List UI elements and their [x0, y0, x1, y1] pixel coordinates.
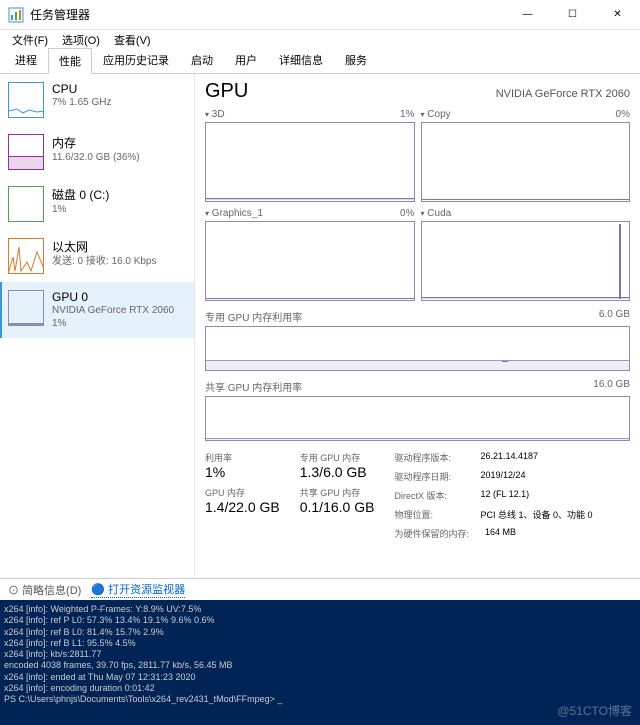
chart-pct: 0% [616, 109, 630, 120]
sidebar-item-gpu[interactable]: GPU 0NVIDIA GeForce RTX 2060 1% [0, 282, 194, 338]
util-value: 1% [205, 464, 280, 480]
chart-copy [421, 122, 631, 202]
chevron-down-icon[interactable]: ▾ [421, 110, 425, 119]
tab-bar: 进程 性能 应用历史记录 启动 用户 详细信息 服务 [0, 50, 640, 74]
detail-title: GPU [205, 80, 248, 103]
sidebar-item-ethernet[interactable]: 以太网发送: 0 接收: 16.0 Kbps [0, 230, 194, 282]
disk-sparkline [8, 186, 44, 222]
sidebar-sub: 7% 1.65 GHz [52, 96, 186, 109]
app-icon [8, 7, 24, 23]
chevron-down-icon[interactable]: ▾ [205, 110, 209, 119]
watermark: @51CTO博客 [557, 704, 632, 719]
open-resmon-link[interactable]: 🔵 打开资源监视器 [91, 581, 185, 598]
driver-version: 26.21.14.4187 [480, 451, 538, 464]
terminal-line: x264 [info]: ended at Thu May 07 12:31:2… [4, 672, 636, 683]
close-button[interactable]: ✕ [595, 0, 640, 30]
physical-location: PCI 总线 1、设备 0、功能 0 [480, 508, 592, 521]
info-key: 物理位置: [394, 508, 464, 521]
sidebar-item-disk[interactable]: 磁盘 0 (C:)1% [0, 178, 194, 230]
sidebar-item-cpu[interactable]: CPU7% 1.65 GHz [0, 74, 194, 126]
stat-label: 利用率 [205, 451, 280, 464]
chevron-down-icon[interactable]: ▾ [421, 209, 425, 218]
terminal-line: encoded 4038 frames, 39.70 fps, 2811.77 … [4, 660, 636, 671]
reserved-memory: 164 MB [485, 527, 516, 540]
tab-processes[interactable]: 进程 [4, 47, 48, 73]
chart-3d [205, 122, 415, 202]
directx-version: 12 (FL 12.1) [480, 489, 529, 502]
titlebar: 任务管理器 — ☐ ✕ [0, 0, 640, 30]
chart-pct: 1% [400, 109, 414, 120]
dedicated-value: 1.3/6.0 GB [300, 464, 375, 480]
tab-history[interactable]: 应用历史记录 [92, 47, 180, 73]
terminal-prompt: PS C:\Users\phnjs\Documents\Tools\x264_r… [4, 694, 636, 705]
maximize-button[interactable]: ☐ [550, 0, 595, 30]
terminal-line: x264 [info]: ref B L1: 95.5% 4.5% [4, 638, 636, 649]
window-title: 任务管理器 [30, 6, 505, 23]
terminal-line: x264 [info]: ref B L0: 81.4% 15.7% 2.9% [4, 627, 636, 638]
terminal-line: x264 [info]: ref P L0: 57.3% 13.4% 19.1%… [4, 615, 636, 626]
chart-graphics [205, 221, 415, 301]
sidebar-sub: NVIDIA GeForce RTX 2060 1% [52, 304, 186, 330]
sidebar-label: 内存 [52, 134, 186, 151]
sidebar-label: CPU [52, 82, 186, 96]
sidebar-sub: 11.6/32.0 GB (36%) [52, 151, 186, 164]
info-key: DirectX 版本: [394, 489, 464, 502]
terminal-line: x264 [info]: Weighted P-Frames: Y:8.9% U… [4, 604, 636, 615]
memory-sparkline [8, 134, 44, 170]
sidebar-label: GPU 0 [52, 290, 186, 304]
tab-performance[interactable]: 性能 [48, 48, 92, 74]
dedicated-mem-max: 6.0 GB [599, 309, 630, 324]
sidebar-label: 以太网 [52, 238, 186, 255]
stat-label: GPU 内存 [205, 486, 280, 499]
shared-mem-label: 共享 GPU 内存利用率 [205, 379, 302, 394]
driver-date: 2019/12/24 [480, 470, 525, 483]
tab-services[interactable]: 服务 [334, 47, 378, 73]
chart-label-graphics[interactable]: Graphics_1 [212, 208, 263, 219]
sidebar-label: 磁盘 0 (C:) [52, 186, 186, 203]
chevron-down-icon[interactable]: ▾ [205, 209, 209, 218]
sidebar-sub: 发送: 0 接收: 16.0 Kbps [52, 255, 186, 268]
tab-startup[interactable]: 启动 [180, 47, 224, 73]
tab-users[interactable]: 用户 [224, 47, 268, 73]
statusbar: ⊙ 简略信息(D) 🔵 打开资源监视器 [0, 578, 640, 600]
sidebar-sub: 1% [52, 203, 186, 216]
sidebar-item-memory[interactable]: 内存11.6/32.0 GB (36%) [0, 126, 194, 178]
shared-mem-max: 16.0 GB [593, 379, 630, 394]
shared-value: 0.1/16.0 GB [300, 499, 375, 515]
minimize-button[interactable]: — [505, 0, 550, 30]
info-key: 为硬件保留的内存: [394, 527, 469, 540]
terminal[interactable]: x264 [info]: Weighted P-Frames: Y:8.9% U… [0, 600, 640, 725]
gpu-model: NVIDIA GeForce RTX 2060 [496, 88, 630, 100]
ethernet-sparkline [8, 238, 44, 274]
chart-label-copy[interactable]: Copy [427, 109, 450, 120]
stat-label: 专用 GPU 内存 [300, 451, 375, 464]
tab-details[interactable]: 详细信息 [268, 47, 334, 73]
stat-label: 共享 GPU 内存 [300, 486, 375, 499]
fewer-details-button[interactable]: ⊙ 简略信息(D) [8, 582, 81, 598]
terminal-line: x264 [info]: encoding duration 0:01:42 [4, 683, 636, 694]
info-key: 驱动程序版本: [394, 451, 464, 464]
terminal-line: x264 [info]: kb/s:2811.77 [4, 649, 636, 660]
cpu-sparkline [8, 82, 44, 118]
info-key: 驱动程序日期: [394, 470, 464, 483]
dedicated-mem-chart [205, 326, 630, 371]
gpu-sparkline [8, 290, 44, 326]
detail-pane: GPU NVIDIA GeForce RTX 2060 ▾ 3D 1% ▾ Cop… [195, 74, 640, 578]
chart-label-3d[interactable]: 3D [212, 109, 225, 120]
sidebar: CPU7% 1.65 GHz 内存11.6/32.0 GB (36%) 磁盘 0… [0, 74, 195, 578]
gpu-mem-value: 1.4/22.0 GB [205, 499, 280, 515]
dedicated-mem-label: 专用 GPU 内存利用率 [205, 309, 302, 324]
shared-mem-chart [205, 396, 630, 441]
chart-cuda [421, 221, 631, 301]
chart-label-cuda[interactable]: Cuda [427, 208, 451, 219]
chart-pct: 0% [400, 208, 414, 219]
